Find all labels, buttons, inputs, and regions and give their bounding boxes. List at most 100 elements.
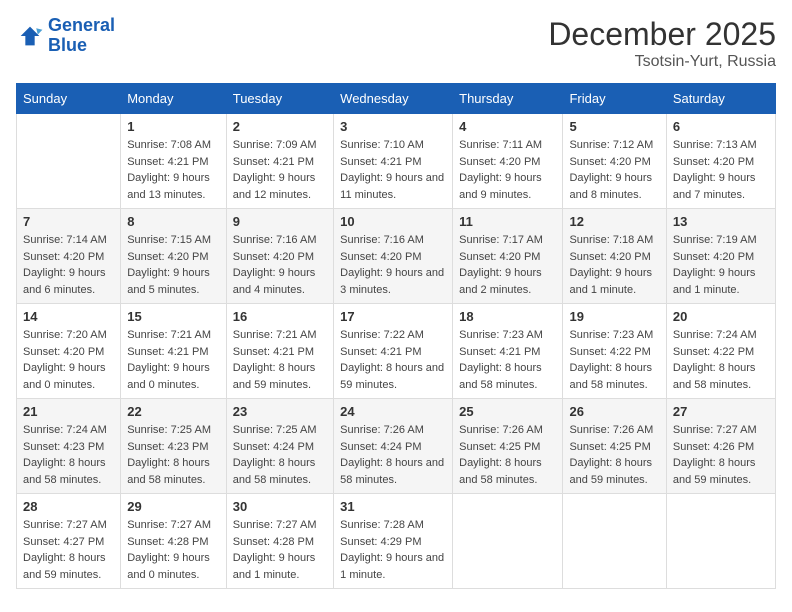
day-info: Sunrise: 7:19 AMSunset: 4:20 PMDaylight:…	[673, 232, 769, 298]
daylight-label: Daylight: 9 hours and 12 minutes.	[233, 172, 316, 201]
header-wednesday: Wednesday	[334, 84, 453, 114]
calendar-cell: 27Sunrise: 7:27 AMSunset: 4:26 PMDayligh…	[666, 399, 775, 494]
calendar-cell: 14 Sunrise: 7:20 AMSunset: 4:20 PMDayligh…	[17, 304, 121, 399]
day-number: 19	[569, 309, 659, 324]
day-number: 26	[569, 404, 659, 419]
day-number: 7	[23, 214, 114, 229]
day-info: Sunrise: 7:09 AMSunset: 4:21 PMDaylight:…	[233, 137, 327, 203]
day-number: 10	[340, 214, 446, 229]
daylight-label: Daylight: 9 hours and 6 minutes.	[23, 267, 106, 296]
day-info: Sunrise: 7:21 AMSunset: 4:21 PMDaylight:…	[233, 327, 327, 393]
daylight-label: Daylight: 8 hours and 59 minutes.	[23, 552, 106, 581]
day-number: 9	[233, 214, 327, 229]
sunset-label: Sunset: 4:20 PM	[23, 251, 104, 263]
calendar-cell	[563, 494, 666, 589]
sunrise-label: Sunrise: 7:16 AM	[233, 234, 317, 246]
sunrise-label: Sunrise: 7:23 AM	[569, 329, 653, 341]
logo-icon	[16, 22, 44, 50]
title-block: December 2025 Tsotsin-Yurt, Russia	[548, 16, 776, 71]
day-info: Sunrise: 7:15 AMSunset: 4:20 PMDaylight:…	[127, 232, 220, 298]
daylight-label: Daylight: 9 hours and 0 minutes.	[23, 362, 106, 391]
daylight-label: Daylight: 9 hours and 0 minutes.	[127, 552, 210, 581]
sunrise-label: Sunrise: 7:13 AM	[673, 139, 757, 151]
week-row-3: 14 Sunrise: 7:20 AMSunset: 4:20 PMDayligh…	[17, 304, 776, 399]
day-number: 23	[233, 404, 327, 419]
calendar-header-row: SundayMondayTuesdayWednesdayThursdayFrid…	[17, 84, 776, 114]
day-info: Sunrise: 7:18 AMSunset: 4:20 PMDaylight:…	[569, 232, 659, 298]
sunrise-label: Sunrise: 7:21 AM	[233, 329, 317, 341]
daylight-label: Daylight: 8 hours and 58 minutes.	[23, 457, 106, 486]
daylight-label: Daylight: 9 hours and 9 minutes.	[459, 172, 542, 201]
daylight-label: Daylight: 8 hours and 59 minutes.	[569, 457, 652, 486]
sunset-label: Sunset: 4:20 PM	[673, 251, 754, 263]
calendar-cell	[666, 494, 775, 589]
sunset-label: Sunset: 4:24 PM	[340, 441, 421, 453]
sunset-label: Sunset: 4:21 PM	[340, 156, 421, 168]
header-monday: Monday	[121, 84, 227, 114]
day-number: 2	[233, 119, 327, 134]
daylight-label: Daylight: 8 hours and 59 minutes.	[673, 457, 756, 486]
sunset-label: Sunset: 4:21 PM	[233, 346, 314, 358]
daylight-label: Daylight: 8 hours and 58 minutes.	[233, 457, 316, 486]
sunrise-label: Sunrise: 7:26 AM	[459, 424, 543, 436]
sunset-label: Sunset: 4:29 PM	[340, 536, 421, 548]
calendar-cell: 18Sunrise: 7:23 AMSunset: 4:21 PMDayligh…	[453, 304, 563, 399]
day-info: Sunrise: 7:14 AM Sunset: 4:20 PM Daylight:…	[23, 232, 114, 298]
sunrise-label: Sunrise: 7:15 AM	[127, 234, 211, 246]
daylight-label: Daylight: 9 hours and 4 minutes.	[233, 267, 316, 296]
daylight-label: Daylight: 9 hours and 1 minute.	[340, 552, 444, 581]
day-info: Sunrise: 7:20 AMSunset: 4:20 PMDaylight:…	[23, 327, 114, 393]
sunset-label: Sunset: 4:20 PM	[673, 156, 754, 168]
day-number: 29	[127, 499, 220, 514]
calendar-cell: 23Sunrise: 7:25 AMSunset: 4:24 PMDayligh…	[226, 399, 333, 494]
sunrise-label: Sunrise: 7:27 AM	[127, 519, 211, 531]
daylight-label: Daylight: 9 hours and 13 minutes.	[127, 172, 210, 201]
sunset-label: Sunset: 4:21 PM	[340, 346, 421, 358]
calendar-cell: 5 Sunrise: 7:12 AMSunset: 4:20 PMDaylight…	[563, 114, 666, 209]
day-number: 14	[23, 309, 114, 324]
day-info: Sunrise: 7:25 AMSunset: 4:23 PMDaylight:…	[127, 422, 220, 488]
sunset-label: Sunset: 4:24 PM	[233, 441, 314, 453]
sunset-label: Sunset: 4:21 PM	[459, 346, 540, 358]
sunrise-label: Sunrise: 7:20 AM	[23, 329, 107, 341]
day-info: Sunrise: 7:13 AMSunset: 4:20 PMDaylight:…	[673, 137, 769, 203]
day-number: 20	[673, 309, 769, 324]
sunset-label: Sunset: 4:26 PM	[673, 441, 754, 453]
day-info: Sunrise: 7:27 AMSunset: 4:27 PMDaylight:…	[23, 517, 114, 583]
sunset-label: Sunset: 4:21 PM	[127, 346, 208, 358]
day-info: Sunrise: 7:23 AMSunset: 4:21 PMDaylight:…	[459, 327, 556, 393]
day-number: 5	[569, 119, 659, 134]
sunset-label: Sunset: 4:20 PM	[459, 251, 540, 263]
day-info: Sunrise: 7:12 AMSunset: 4:20 PMDaylight:…	[569, 137, 659, 203]
calendar-cell: 1Sunrise: 7:08 AMSunset: 4:21 PMDaylight…	[121, 114, 227, 209]
page-header: General Blue December 2025 Tsotsin-Yurt,…	[16, 16, 776, 71]
sunrise-label: Sunrise: 7:26 AM	[569, 424, 653, 436]
calendar-cell: 8Sunrise: 7:15 AMSunset: 4:20 PMDaylight…	[121, 209, 227, 304]
calendar-cell: 30Sunrise: 7:27 AMSunset: 4:28 PMDayligh…	[226, 494, 333, 589]
sunrise-label: Sunrise: 7:14 AM	[23, 234, 107, 246]
day-info: Sunrise: 7:22 AMSunset: 4:21 PMDaylight:…	[340, 327, 446, 393]
sunrise-label: Sunrise: 7:24 AM	[23, 424, 107, 436]
calendar-cell: 7 Sunrise: 7:14 AM Sunset: 4:20 PM Daylight…	[17, 209, 121, 304]
day-info: Sunrise: 7:16 AMSunset: 4:20 PMDaylight:…	[340, 232, 446, 298]
day-info: Sunrise: 7:08 AMSunset: 4:21 PMDaylight:…	[127, 137, 220, 203]
sunrise-label: Sunrise: 7:27 AM	[673, 424, 757, 436]
day-number: 25	[459, 404, 556, 419]
day-info: Sunrise: 7:27 AMSunset: 4:28 PMDaylight:…	[233, 517, 327, 583]
calendar-cell: 31Sunrise: 7:28 AMSunset: 4:29 PMDayligh…	[334, 494, 453, 589]
calendar-table: SundayMondayTuesdayWednesdayThursdayFrid…	[16, 83, 776, 589]
day-info: Sunrise: 7:10 AMSunset: 4:21 PMDaylight:…	[340, 137, 446, 203]
calendar-cell: 19Sunrise: 7:23 AMSunset: 4:22 PMDayligh…	[563, 304, 666, 399]
header-tuesday: Tuesday	[226, 84, 333, 114]
header-saturday: Saturday	[666, 84, 775, 114]
calendar-cell: 4Sunrise: 7:11 AMSunset: 4:20 PMDaylight…	[453, 114, 563, 209]
sunrise-label: Sunrise: 7:27 AM	[23, 519, 107, 531]
day-info: Sunrise: 7:27 AM Sunset: 4:26 PM Daylight:…	[673, 422, 769, 488]
day-number: 15	[127, 309, 220, 324]
day-number: 21	[23, 404, 114, 419]
calendar-cell: 25Sunrise: 7:26 AMSunset: 4:25 PMDayligh…	[453, 399, 563, 494]
sunset-label: Sunset: 4:20 PM	[569, 251, 650, 263]
week-row-1: 1Sunrise: 7:08 AMSunset: 4:21 PMDaylight…	[17, 114, 776, 209]
calendar-cell: 15Sunrise: 7:21 AMSunset: 4:21 PMDayligh…	[121, 304, 227, 399]
daylight-label: Daylight: 8 hours and 59 minutes.	[340, 362, 444, 391]
